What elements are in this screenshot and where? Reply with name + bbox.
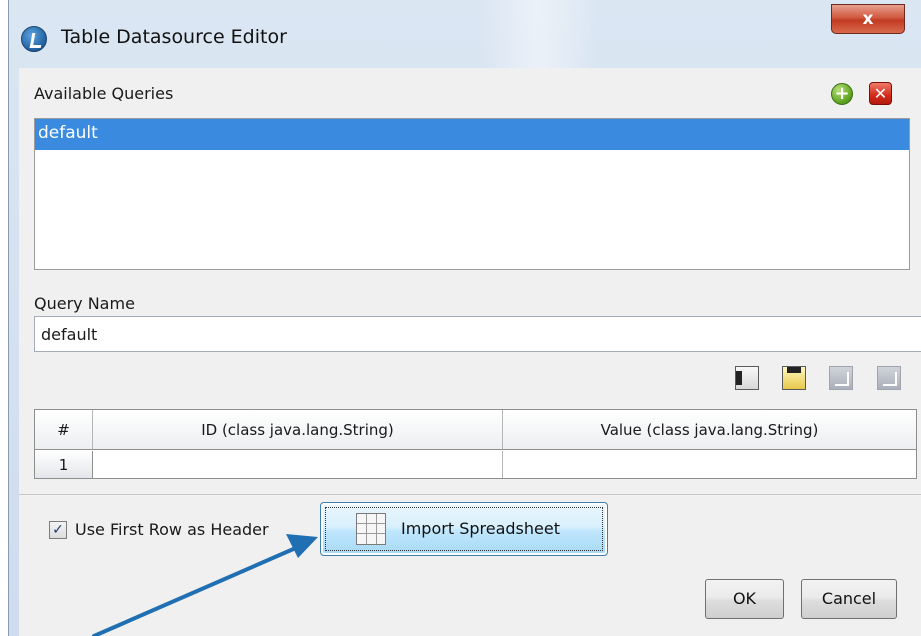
app-icon bbox=[21, 26, 47, 52]
grid-header-row: # ID (class java.lang.String) Value (cla… bbox=[35, 410, 916, 450]
divider bbox=[19, 494, 921, 495]
value-cell[interactable] bbox=[503, 451, 916, 478]
dialog-window: Table Datasource Editor x Available Quer… bbox=[8, 0, 921, 636]
query-name-label: Query Name bbox=[34, 294, 135, 313]
use-first-row-label[interactable]: Use First Row as Header bbox=[75, 520, 269, 539]
available-queries-label: Available Queries bbox=[34, 84, 174, 103]
data-grid[interactable]: # ID (class java.lang.String) Value (cla… bbox=[34, 409, 917, 479]
spreadsheet-icon bbox=[356, 513, 386, 545]
import-spreadsheet-button[interactable]: Import Spreadsheet bbox=[320, 502, 608, 556]
add-icon[interactable]: + bbox=[831, 83, 853, 105]
window-title: Table Datasource Editor bbox=[61, 26, 287, 48]
close-button[interactable]: x bbox=[831, 4, 905, 34]
row-index-cell[interactable]: 1 bbox=[35, 451, 93, 478]
query-list-item[interactable]: default bbox=[35, 119, 909, 150]
id-cell[interactable] bbox=[93, 451, 503, 478]
delete-column-icon[interactable] bbox=[829, 366, 853, 390]
delete-row-icon[interactable] bbox=[877, 366, 901, 390]
ok-button[interactable]: OK bbox=[705, 579, 784, 619]
insert-column-icon[interactable] bbox=[735, 366, 759, 390]
dialog-body: Available Queries + ✕ default Query Name… bbox=[19, 68, 921, 636]
remove-icon[interactable]: ✕ bbox=[869, 82, 892, 105]
table-row[interactable]: 1 bbox=[35, 451, 916, 478]
query-list[interactable]: default bbox=[34, 118, 910, 270]
insert-row-icon[interactable] bbox=[782, 366, 806, 390]
column-header-id[interactable]: ID (class java.lang.String) bbox=[93, 410, 503, 449]
use-first-row-checkbox[interactable]: ✓ bbox=[49, 521, 67, 539]
title-bar[interactable]: Table Datasource Editor x bbox=[9, 0, 921, 70]
import-spreadsheet-label: Import Spreadsheet bbox=[401, 519, 560, 538]
query-name-input[interactable] bbox=[34, 316, 921, 352]
cancel-button[interactable]: Cancel bbox=[801, 579, 897, 619]
column-header-index[interactable]: # bbox=[35, 410, 93, 449]
column-header-value[interactable]: Value (class java.lang.String) bbox=[503, 410, 916, 449]
title-bar-highlight bbox=[479, 0, 599, 70]
